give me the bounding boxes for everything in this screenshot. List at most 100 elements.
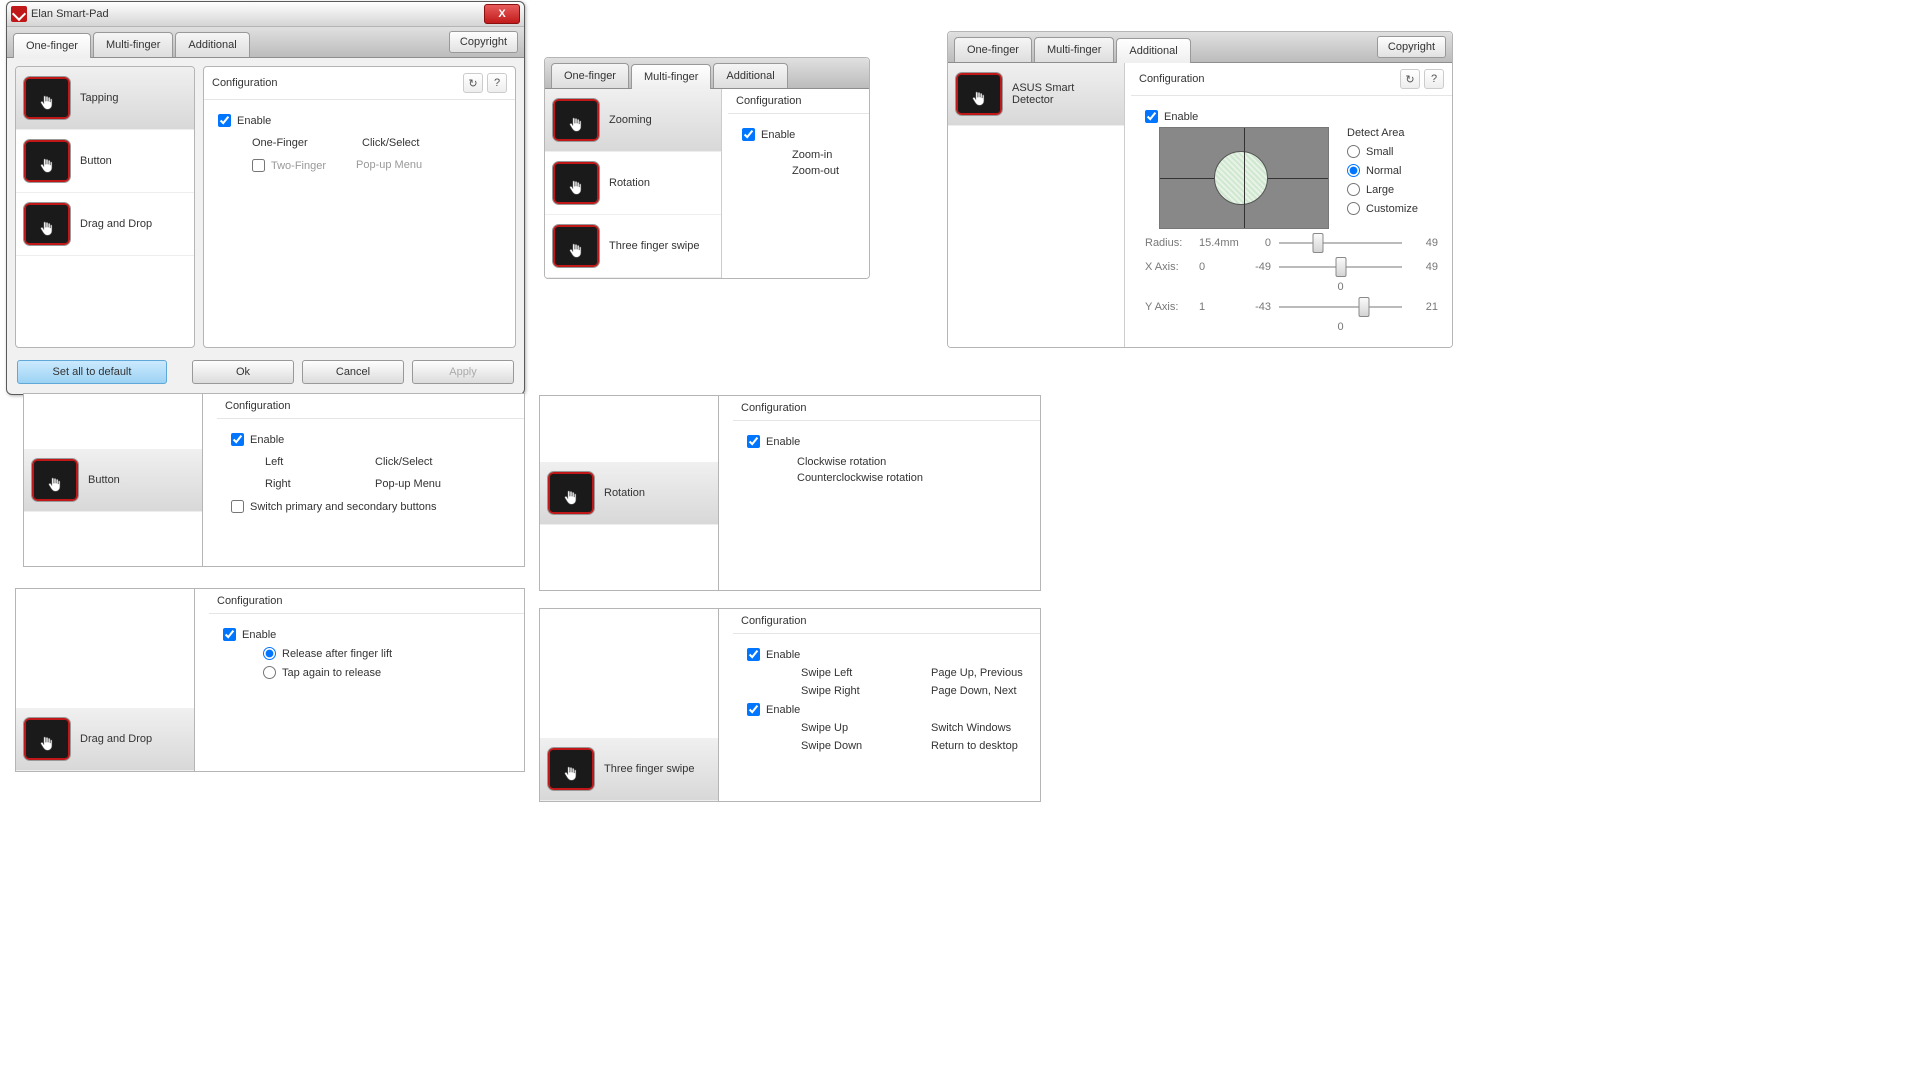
item-label: Tapping [80,92,119,104]
close-button[interactable]: X [484,4,520,24]
right-label: Right [265,478,345,490]
enable-checkbox[interactable]: Enable [747,435,1026,448]
enable-checkbox[interactable]: Enable [231,433,510,446]
radius-value: 15.4mm [1199,237,1235,249]
panel-multifinger: One-finger Multi-finger Additional Zoomi… [544,57,870,279]
yaxis-slider[interactable] [1279,297,1402,317]
sidebar-item-drag[interactable]: Drag and Drop [16,708,194,771]
sidebar-item-button[interactable]: Button [16,130,194,193]
rotation-icon [548,472,594,514]
ok-button[interactable]: Ok [192,360,294,384]
radio-small[interactable]: Small [1347,145,1418,158]
drag-icon [24,718,70,760]
panel-rotation-config: Rotation Configuration Enable Clockwise … [539,395,1041,591]
swipe-up-value: Switch Windows [931,722,1011,734]
refresh-icon: ↻ [1405,73,1414,86]
onefinger-label: One-Finger [252,137,332,149]
tapping-icon [24,77,70,119]
switch-buttons-checkbox[interactable]: Switch primary and secondary buttons [231,500,510,513]
zoom-icon [553,99,599,141]
enable-checkbox[interactable]: Enable [1145,110,1438,123]
app-logo-icon [11,6,27,22]
panel-drag-config: Drag and Drop Configuration Enable Relea… [15,588,525,772]
help-icon: ? [494,77,500,89]
drag-icon [24,203,70,245]
help-icon: ? [1431,73,1437,85]
tab-one-finger[interactable]: One-finger [13,33,91,58]
radio-large[interactable]: Large [1347,183,1418,196]
sidebar-item-detector[interactable]: ASUS Smart Detector [948,63,1124,126]
cancel-button[interactable]: Cancel [302,360,404,384]
detect-area-label: Detect Area [1347,127,1418,139]
sidebar-item-rotation[interactable]: Rotation [540,462,718,525]
swipe-right-label: Swipe Right [801,685,891,697]
tab-additional[interactable]: Additional [1116,38,1190,63]
yaxis-label: Y Axis: [1145,301,1191,313]
slider-thumb-icon[interactable] [1313,233,1324,253]
xaxis-label: X Axis: [1145,261,1191,273]
sidebar-item-rotation[interactable]: Rotation [545,152,721,215]
refresh-button[interactable]: ↻ [463,73,483,93]
window-title: Elan Smart-Pad [31,8,109,20]
radius-label: Radius: [1145,237,1191,249]
tab-additional[interactable]: Additional [175,32,249,57]
help-button[interactable]: ? [1424,69,1444,89]
xaxis-value: 0 [1199,261,1235,273]
tab-additional[interactable]: Additional [713,63,787,88]
help-button[interactable]: ? [487,73,507,93]
enable-horizontal-checkbox[interactable]: Enable [747,648,1026,661]
zoom-in-label: Zoom-in [792,149,855,161]
swipe-icon [553,225,599,267]
main-window: Elan Smart-Pad X One-finger Multi-finger… [6,1,525,395]
button-row: Set all to default Ok Cancel Apply [7,356,524,394]
copyright-button[interactable]: Copyright [1377,36,1446,58]
tab-multi-finger[interactable]: Multi-finger [631,64,711,89]
tab-multi-finger[interactable]: Multi-finger [1034,37,1114,62]
refresh-button[interactable]: ↻ [1400,69,1420,89]
enable-checkbox[interactable]: Enable [223,628,510,641]
twofinger-checkbox[interactable]: Two-Finger [252,159,326,172]
close-icon: X [498,8,505,20]
tab-strip: One-finger Multi-finger Additional Copyr… [7,27,524,58]
sidebar-item-swipe[interactable]: Three finger swipe [545,215,721,278]
set-default-button[interactable]: Set all to default [17,360,167,384]
radio-normal[interactable]: Normal [1347,164,1418,177]
xaxis-slider[interactable] [1279,257,1402,277]
sidebar-item-tapping[interactable]: Tapping [16,67,194,130]
config-title: Configuration [1139,73,1204,85]
button-icon [24,140,70,182]
swipe-right-value: Page Down, Next [931,685,1017,697]
enable-checkbox[interactable]: Enable [742,128,855,141]
sidebar-item-zooming[interactable]: Zooming [545,89,721,152]
yaxis-value: 1 [1199,301,1235,313]
slider-thumb-icon[interactable] [1335,257,1346,277]
tab-one-finger[interactable]: One-finger [954,37,1032,62]
config-title: Configuration [225,400,290,412]
side-list: Tapping Button Drag and Drop [15,66,195,348]
slider-thumb-icon[interactable] [1358,297,1369,317]
refresh-icon: ↻ [468,77,477,90]
enable-checkbox[interactable]: Enable [218,114,501,127]
sidebar-item-drag[interactable]: Drag and Drop [16,193,194,256]
tab-one-finger[interactable]: One-finger [551,63,629,88]
sidebar-item-swipe[interactable]: Three finger swipe [540,738,718,801]
apply-button[interactable]: Apply [412,360,514,384]
click-label: Click/Select [362,137,419,149]
swipe-left-value: Page Up, Previous [931,667,1023,679]
radius-slider[interactable] [1279,233,1402,253]
swipe-down-label: Swipe Down [801,740,891,752]
config-title: Configuration [217,595,282,607]
config-title: Configuration [212,77,277,89]
sidebar-item-button[interactable]: Button [24,449,202,512]
titlebar[interactable]: Elan Smart-Pad X [7,2,524,27]
item-label: Button [80,155,112,167]
copyright-button[interactable]: Copyright [449,31,518,53]
radio-customize[interactable]: Customize [1347,202,1418,215]
radio-tap-release[interactable]: Tap again to release [263,666,510,679]
tab-multi-finger[interactable]: Multi-finger [93,32,173,57]
click-label: Click/Select [375,456,432,468]
panel-button-config: Button Configuration Enable Left Click/Se… [23,393,525,567]
enable-vertical-checkbox[interactable]: Enable [747,703,1026,716]
radio-release-lift[interactable]: Release after finger lift [263,647,510,660]
left-label: Left [265,456,345,468]
